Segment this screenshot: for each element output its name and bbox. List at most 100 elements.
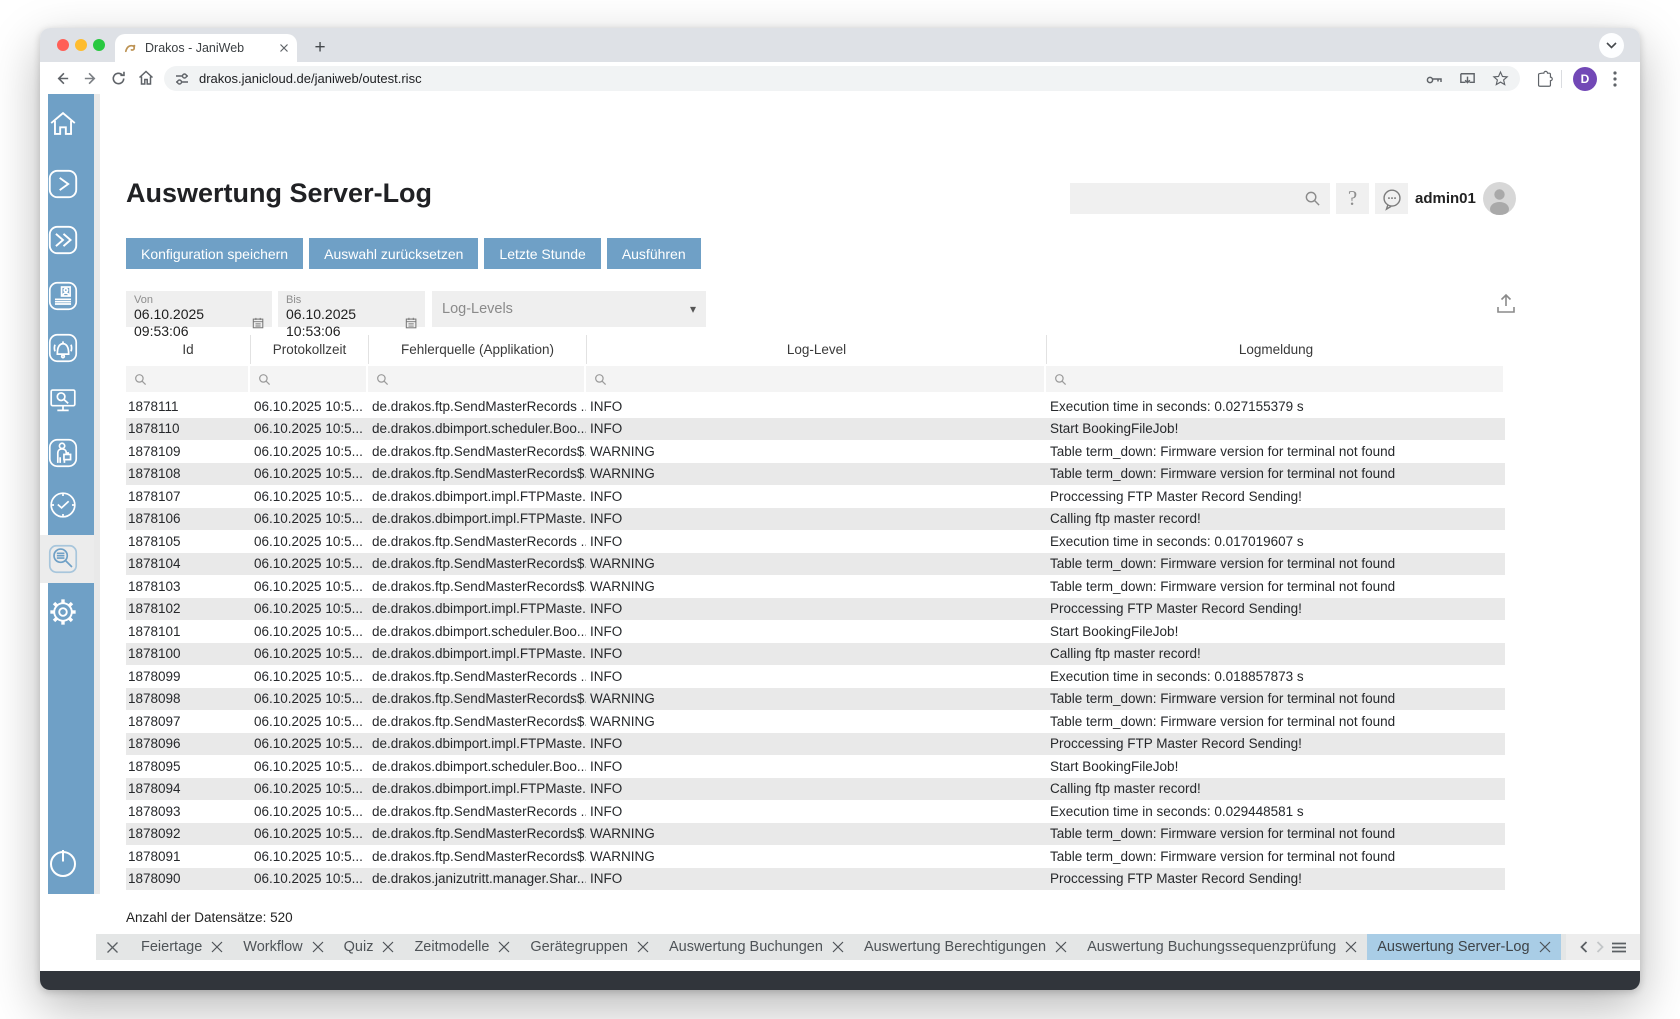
table-row[interactable]: 187810606.10.2025 10:5...de.drakos.dbimp… [126,508,1505,531]
back-button[interactable] [50,66,74,90]
browser-tab[interactable]: Drakos - JaniWeb [115,34,297,62]
close-icon[interactable] [498,941,510,953]
table-row[interactable]: 187809606.10.2025 10:5...de.drakos.dbimp… [126,733,1505,756]
help-button[interactable]: ? [1336,183,1369,214]
close-icon[interactable] [312,941,324,953]
sidebar-item-log-search[interactable] [46,542,80,576]
bottom-tab-feiertage[interactable]: Feiertage [131,934,233,960]
table-row[interactable]: 187809406.10.2025 10:5...de.drakos.dbimp… [126,778,1505,801]
global-search-input[interactable] [1070,191,1304,207]
tab-close-button[interactable] [1345,941,1357,953]
sidebar-item-clock[interactable] [46,488,80,522]
close-icon[interactable] [1345,941,1357,953]
table-row[interactable]: 187810406.10.2025 10:5...de.drakos.ftp.S… [126,553,1505,576]
bottom-tab-auswertung-server-log[interactable]: Auswertung Server-Log [1367,934,1560,960]
bottom-tab-auswertung-buchungssequenzprüfung[interactable]: Auswertung Buchungssequenzprüfung [1077,934,1367,960]
table-row[interactable]: 187810506.10.2025 10:5...de.drakos.ftp.S… [126,530,1505,553]
tab-close-button[interactable] [1055,941,1067,953]
calendar-icon[interactable] [405,316,417,330]
table-row[interactable]: 187809106.10.2025 10:5...de.drakos.ftp.S… [126,845,1505,868]
letzte-stunde-button[interactable]: Letzte Stunde [484,238,600,269]
close-icon[interactable] [637,941,649,953]
sidebar-item-home[interactable] [46,107,80,141]
reload-button[interactable] [106,66,130,90]
table-row[interactable]: 187810706.10.2025 10:5...de.drakos.dbimp… [126,485,1505,508]
calendar-icon[interactable] [252,316,264,330]
sidebar-item-person-briefcase[interactable] [46,436,80,470]
bottom-tab-auswertung-berechtigungen[interactable]: Auswertung Berechtigungen [854,934,1077,960]
sidebar-item-play[interactable] [46,167,80,201]
close-icon[interactable] [382,941,394,953]
tab-close-button[interactable] [832,941,844,953]
close-icon[interactable] [211,941,223,953]
feedback-button[interactable] [1375,183,1408,214]
close-window-button[interactable] [57,39,69,51]
new-tab-button[interactable]: + [308,36,332,60]
column-header-fehlerquelle-applikation[interactable]: Fehlerquelle (Applikation) [368,335,586,364]
column-filter-log-level[interactable] [586,364,1046,395]
table-row[interactable]: 187809506.10.2025 10:5...de.drakos.dbimp… [126,755,1505,778]
tab-close-button[interactable] [382,941,394,953]
bottom-tab-auswertung-buchungen[interactable]: Auswertung Buchungen [659,934,854,960]
column-filter-protokollzeit[interactable] [250,364,368,395]
sidebar-item-power[interactable] [43,843,83,883]
table-row[interactable]: 187811106.10.2025 10:5...de.drakos.ftp.S… [126,395,1505,418]
bottom-tab-quiz[interactable]: Quiz [334,934,405,960]
sidebar-item-monitor-search[interactable] [46,383,80,417]
user-avatar[interactable] [1483,182,1516,215]
sidebar-item-fast-forward[interactable] [46,223,80,257]
table-row[interactable]: 187810206.10.2025 10:5...de.drakos.dbimp… [126,598,1505,621]
tab-close-button[interactable] [637,941,649,953]
table-row[interactable]: 187809306.10.2025 10:5...de.drakos.ftp.S… [126,800,1505,823]
password-manager-button[interactable] [1424,69,1444,89]
table-row[interactable]: 187811006.10.2025 10:5...de.drakos.dbimp… [126,418,1505,441]
tab-close-button[interactable] [211,941,223,953]
bottom-tab-gerätegruppen[interactable]: Gerätegruppen [520,934,659,960]
url-bar[interactable]: drakos.janicloud.de/janiweb/outest.risc [164,66,1520,91]
table-row[interactable]: 187809906.10.2025 10:5...de.drakos.ftp.S… [126,665,1505,688]
tab-close-button[interactable] [498,941,510,953]
bottom-tab-zeitmodelle[interactable]: Zeitmodelle [404,934,520,960]
loglevels-dropdown[interactable]: Log-Levels ▾ [432,291,706,327]
table-row[interactable]: 187810806.10.2025 10:5...de.drakos.ftp.S… [126,463,1505,486]
table-row[interactable]: 187809006.10.2025 10:5...de.drakos.janiz… [126,868,1505,891]
column-filter-id[interactable] [126,364,250,395]
forward-button[interactable] [78,66,102,90]
global-search[interactable] [1070,183,1330,214]
close-icon[interactable] [832,941,844,953]
browser-menu-button[interactable] [1603,67,1627,91]
home-button[interactable] [134,66,158,90]
minimize-window-button[interactable] [75,39,87,51]
table-row[interactable]: 187810106.10.2025 10:5...de.drakos.dbimp… [126,620,1505,643]
extensions-button[interactable] [1532,67,1556,91]
column-header-id[interactable]: Id [126,335,250,364]
tab-search-chevron[interactable] [1599,33,1624,58]
close-icon[interactable] [1539,941,1551,953]
column-header-protokollzeit[interactable]: Protokollzeit [250,335,368,364]
maximize-window-button[interactable] [93,39,105,51]
auswahl-zurücksetzen-button[interactable]: Auswahl zurücksetzen [309,238,478,269]
column-header-logmeldung[interactable]: Logmeldung [1046,335,1505,364]
table-row[interactable]: 187810306.10.2025 10:5...de.drakos.ftp.S… [126,575,1505,598]
sidebar-item-id-card[interactable] [46,279,80,313]
close-all-tabs-button[interactable] [106,941,119,954]
table-row[interactable]: 187809706.10.2025 10:5...de.drakos.ftp.S… [126,710,1505,733]
tab-close-button[interactable] [312,941,324,953]
table-row[interactable]: 187810006.10.2025 10:5...de.drakos.dbimp… [126,643,1505,666]
tab-close-button[interactable] [1539,941,1551,953]
tab-close-icon[interactable] [279,43,289,53]
bottom-tab-workflow[interactable]: Workflow [233,934,333,960]
column-filter-logmeldung[interactable] [1046,364,1505,395]
ausführen-button[interactable]: Ausführen [607,238,701,269]
date-from-field[interactable]: Von 06.10.2025 09:53:06 [126,291,272,327]
date-to-field[interactable]: Bis 06.10.2025 10:53:06 [278,291,425,327]
table-row[interactable]: 187809806.10.2025 10:5...de.drakos.ftp.S… [126,688,1505,711]
column-filter-fehlerquelle-applikation[interactable] [368,364,586,395]
bookmark-button[interactable] [1491,69,1510,88]
install-app-button[interactable] [1458,69,1477,88]
sidebar-item-settings[interactable] [46,595,80,629]
close-icon[interactable] [1055,941,1067,953]
browser-profile-avatar[interactable]: D [1573,67,1597,91]
table-row[interactable]: 187809206.10.2025 10:5...de.drakos.ftp.S… [126,823,1505,846]
scroll-right-icon[interactable] [1596,941,1604,953]
